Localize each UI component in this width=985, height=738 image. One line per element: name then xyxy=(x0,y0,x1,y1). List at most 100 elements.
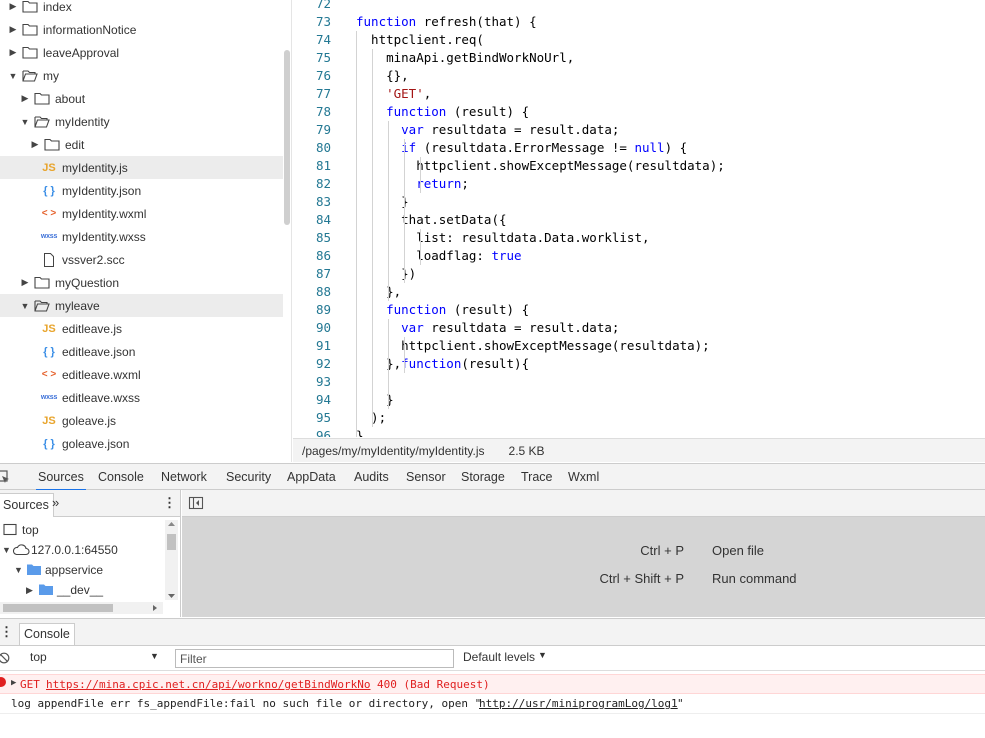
console-error-message[interactable]: ▶ GET https://mina.cpic.net.cn/api/workn… xyxy=(0,674,985,694)
tree-item-label: myIdentity xyxy=(55,114,110,129)
code-line[interactable]: 90 var resultdata = result.data; xyxy=(293,319,985,337)
code-line[interactable]: 86 loadflag: true xyxy=(293,247,985,265)
context-select[interactable]: top xyxy=(30,650,47,664)
tree-item-editleave-wxss[interactable]: wxss editleave.wxss xyxy=(0,386,283,409)
code-line[interactable]: 73 function refresh(that) { xyxy=(293,13,985,31)
tab-console-drawer[interactable]: Console xyxy=(19,623,75,645)
chevron-down-icon[interactable]: ▼ xyxy=(2,545,11,555)
tree-item-goleave-json[interactable]: { } goleave.json xyxy=(0,432,283,455)
code-line[interactable]: 85 list: resultdata.Data.worklist, xyxy=(293,229,985,247)
chevron-down-icon[interactable]: ▼ xyxy=(14,565,23,575)
code-line[interactable]: 76 {}, xyxy=(293,67,985,85)
code-line[interactable]: 83 } xyxy=(293,193,985,211)
chevron-right-icon[interactable]: ▶ xyxy=(26,585,33,596)
code-line[interactable]: 89 function (result) { xyxy=(293,301,985,319)
chevron-down-icon[interactable]: ▼ xyxy=(8,71,18,81)
tree-item-edit[interactable]: ▶ edit xyxy=(0,133,283,156)
code-line[interactable]: 95 ); xyxy=(293,409,985,427)
error-icon xyxy=(0,677,6,687)
tab-sources-nav[interactable]: Sources xyxy=(0,493,54,517)
chevron-right-icon[interactable]: ▶ xyxy=(8,1,18,12)
tab-sensor[interactable]: Sensor xyxy=(404,464,448,491)
code-line[interactable]: 91 httpclient.showExceptMessage(resultda… xyxy=(293,337,985,355)
chevron-right-icon[interactable]: ▶ xyxy=(20,93,30,104)
shortcut-open-file[interactable]: Open file xyxy=(712,543,764,558)
vertical-scrollbar[interactable] xyxy=(165,520,178,600)
shortcut-run-command[interactable]: Run command xyxy=(712,571,797,586)
code-line[interactable]: 77 'GET', xyxy=(293,85,985,103)
tree-item-label: my xyxy=(43,68,59,83)
chevron-down-icon[interactable]: ▼ xyxy=(20,301,30,311)
expand-arrow-icon[interactable]: ▶ xyxy=(11,678,16,688)
kebab-menu-icon[interactable]: ⋮ xyxy=(163,495,176,511)
tree-item-informationnotice[interactable]: ▶ informationNotice xyxy=(0,18,283,41)
code-line[interactable]: 74 httpclient.req( xyxy=(293,31,985,49)
file-size: 2.5 KB xyxy=(508,443,545,458)
log-url-link[interactable]: http://usr/miniprogramLog/log1 xyxy=(479,697,678,710)
code-line[interactable]: 96} xyxy=(293,427,985,437)
tab-security[interactable]: Security xyxy=(224,464,273,491)
levels-select[interactable]: Default levels xyxy=(463,650,535,664)
drawer-menu-icon[interactable]: ⋮ xyxy=(0,624,13,640)
code-line[interactable]: 84 that.setData({ xyxy=(293,211,985,229)
tree-item-myleave[interactable]: ▼ myleave xyxy=(0,294,283,317)
line-number: 95 xyxy=(315,410,331,425)
code-line[interactable]: 92 },function(result){ xyxy=(293,355,985,373)
code-line[interactable]: 81 httpclient.showExceptMessage(resultda… xyxy=(293,157,985,175)
indent-guide xyxy=(388,319,389,409)
tree-item-myquestion[interactable]: ▶ myQuestion xyxy=(0,271,283,294)
tree-item-myidentity[interactable]: ▼ myIdentity xyxy=(0,110,283,133)
code-line[interactable]: 72 xyxy=(293,0,985,13)
tree-item-myidentity-json[interactable]: { } myIdentity.json xyxy=(0,179,283,202)
tab-network[interactable]: Network xyxy=(159,464,209,491)
tree-item-myidentity-js[interactable]: JS myIdentity.js xyxy=(0,156,283,179)
tree-item-myidentity-wxss[interactable]: wxss myIdentity.wxss xyxy=(0,225,283,248)
chevron-right-icon[interactable]: ▶ xyxy=(20,277,30,288)
filter-input[interactable] xyxy=(175,649,454,668)
tree-item-index[interactable]: ▶ index xyxy=(0,0,283,18)
tree-item-my[interactable]: ▼ my xyxy=(0,64,283,87)
chevron-right-icon[interactable]: ▶ xyxy=(8,47,18,58)
tab-trace[interactable]: Trace xyxy=(519,464,555,491)
code-line[interactable]: 79 var resultdata = result.data; xyxy=(293,121,985,139)
code-line[interactable]: 80 if (resultdata.ErrorMessage != null) … xyxy=(293,139,985,157)
toggle-navigator-icon[interactable] xyxy=(188,495,204,511)
inspect-icon[interactable] xyxy=(0,470,10,484)
tree-item-editleave-wxml[interactable]: < > editleave.wxml xyxy=(0,363,283,386)
tab-storage[interactable]: Storage xyxy=(459,464,507,491)
tab-wxml[interactable]: Wxml xyxy=(566,464,601,491)
chevron-right-icon[interactable]: ▶ xyxy=(8,24,18,35)
code-line[interactable]: 88 }, xyxy=(293,283,985,301)
code-text: that.setData({ xyxy=(356,212,507,227)
tree-item-myidentity-wxml[interactable]: < > myIdentity.wxml xyxy=(0,202,283,225)
levels-dropdown-icon[interactable]: ▼ xyxy=(538,650,547,660)
tree-item-goleave-js[interactable]: JS goleave.js xyxy=(0,409,283,432)
line-number: 74 xyxy=(315,32,331,47)
horizontal-scrollbar[interactable] xyxy=(0,602,163,614)
code-line[interactable]: 75 minaApi.getBindWorkNoUrl, xyxy=(293,49,985,67)
error-url-link[interactable]: https://mina.cpic.net.cn/api/workno/getB… xyxy=(46,678,371,691)
tree-item-editleave-json[interactable]: { } editleave.json xyxy=(0,340,283,363)
more-tabs-icon[interactable]: » xyxy=(52,495,59,510)
chevron-down-icon[interactable]: ▼ xyxy=(20,117,30,127)
code-line[interactable]: 93 xyxy=(293,373,985,391)
code-line[interactable]: 82 return; xyxy=(293,175,985,193)
tree-item-leaveapproval[interactable]: ▶ leaveApproval xyxy=(0,41,283,64)
code-text: } xyxy=(356,194,409,209)
chevron-right-icon[interactable]: ▶ xyxy=(30,139,40,150)
tree-item-editleave-js[interactable]: JS editleave.js xyxy=(0,317,283,340)
context-dropdown-icon[interactable]: ▼ xyxy=(150,651,159,661)
tree-item-about[interactable]: ▶ about xyxy=(0,87,283,110)
code-editor[interactable]: 72 73 function refresh(that) {74 httpclien… xyxy=(293,0,985,437)
tab-audits[interactable]: Audits xyxy=(352,464,391,491)
tree-scrollbar[interactable] xyxy=(284,50,290,225)
code-line[interactable]: 78 function (result) { xyxy=(293,103,985,121)
clear-console-icon[interactable] xyxy=(0,652,10,664)
code-text: }) xyxy=(356,266,417,281)
code-line[interactable]: 87 }) xyxy=(293,265,985,283)
tab-sources[interactable]: Sources xyxy=(36,464,86,491)
code-line[interactable]: 94 } xyxy=(293,391,985,409)
tab-appdata[interactable]: AppData xyxy=(285,464,338,491)
tab-console[interactable]: Console xyxy=(96,464,146,491)
tree-item-vssver2-scc[interactable]: vssver2.scc xyxy=(0,248,283,271)
